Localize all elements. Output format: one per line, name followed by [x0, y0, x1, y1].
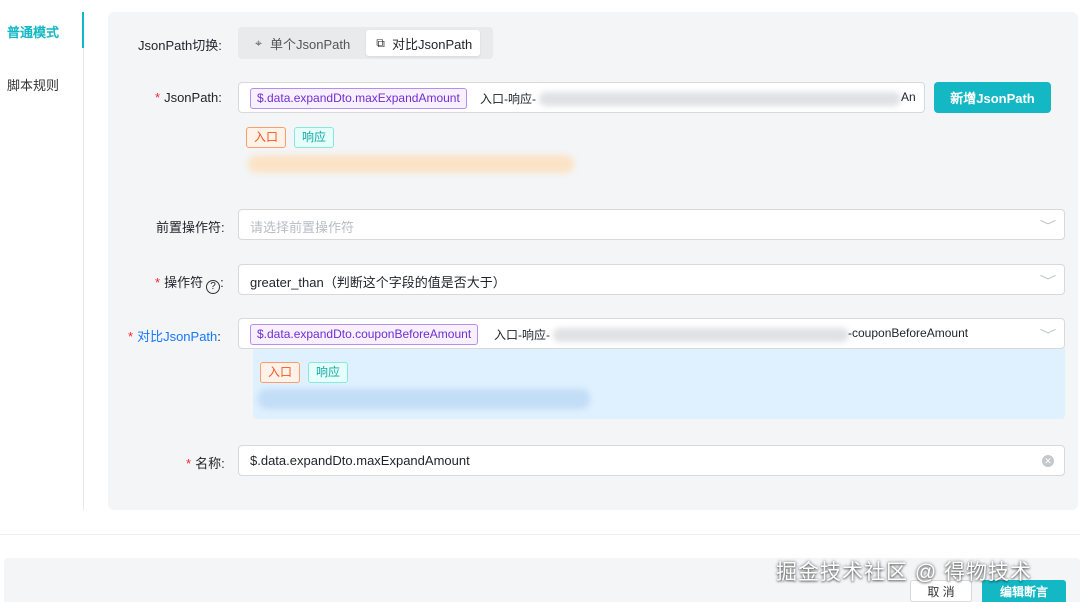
blurred-compare-path — [553, 328, 849, 342]
add-jsonpath-button[interactable]: 新增JsonPath — [934, 82, 1051, 113]
compare-entry-tag: 入口 — [260, 362, 301, 383]
operator-value: greater_than（判断这个字段的值是否大于） — [250, 275, 506, 290]
clear-circle-icon[interactable]: ✕ — [1042, 455, 1054, 467]
colon: : — [221, 220, 225, 235]
watermark: 掘金技术社区 @ 得物技术 — [776, 561, 1032, 584]
operator-label-text: 操作符 — [164, 275, 204, 290]
jsonpath-mode-switch: ⌖ 单个JsonPath ⧉ 对比JsonPath — [238, 27, 493, 59]
colon: : — [220, 275, 224, 290]
jsonpath-switch-label: JsonPath切换: — [138, 35, 222, 54]
blurred-entry-path — [248, 155, 574, 173]
option-compare-jsonpath[interactable]: ⧉ 对比JsonPath — [366, 30, 481, 56]
pre-operator-select[interactable]: 请选择前置操作符 ﹀ — [238, 209, 1065, 240]
sidebar-active-indicator — [82, 12, 84, 48]
pre-operator-placeholder: 请选择前置操作符 — [250, 220, 355, 235]
jsonpath-label-text: JsonPath — [164, 90, 219, 105]
sidebar-item-script-rule[interactable]: 脚本规则 — [7, 75, 59, 94]
chevron-down-icon: ﹀ — [1039, 274, 1057, 288]
chevron-down-icon: ﹀ — [1039, 219, 1057, 233]
option-compare-label: 对比JsonPath — [392, 36, 473, 52]
colon: : — [217, 329, 221, 344]
compare-jsonpath-tag[interactable]: $.data.expandDto.couponBeforeAmount — [250, 324, 479, 345]
colon: : — [221, 456, 225, 471]
compare-jsonpath-label-text: 对比JsonPath — [137, 329, 218, 344]
operator-select[interactable]: greater_than（判断这个字段的值是否大于） ﹀ — [238, 264, 1065, 295]
name-input[interactable]: $.data.expandDto.maxExpandAmount ✕ — [238, 445, 1065, 476]
name-label: * 名称: — [186, 453, 225, 472]
required-mark: * — [186, 456, 192, 471]
compare-suffix: -couponBeforeAmount — [848, 326, 969, 340]
colon: : — [218, 90, 222, 105]
required-mark: * — [155, 90, 161, 105]
name-value: $.data.expandDto.maxExpandAmount — [250, 453, 470, 468]
compare-jsonpath-label: * 对比JsonPath: — [128, 326, 221, 345]
jsonpath-label: * JsonPath: — [155, 90, 222, 105]
compare-jsonpath-select[interactable]: $.data.expandDto.couponBeforeAmount 入口-响… — [238, 318, 1065, 349]
jsonpath-input[interactable]: $.data.expandDto.maxExpandAmount 入口-响应- … — [238, 82, 925, 113]
jsonpath-prefix: 入口-响应- — [480, 92, 536, 106]
response-tag: 响应 — [294, 127, 335, 148]
colon: : — [218, 38, 222, 53]
compare-response-tag: 响应 — [308, 362, 349, 383]
jsonpath-tag[interactable]: $.data.expandDto.maxExpandAmount — [250, 88, 467, 109]
name-label-text: 名称 — [195, 456, 222, 471]
required-mark: * — [155, 275, 161, 290]
operator-label: * 操作符?: — [155, 272, 224, 294]
crosshair-icon: ⌖ — [255, 35, 262, 50]
jsonpath-switch-label-text: JsonPath切换 — [138, 38, 219, 53]
divider — [0, 534, 1080, 535]
question-circle-icon[interactable]: ? — [206, 280, 221, 294]
pre-operator-label-text: 前置操作符 — [156, 220, 222, 235]
blurred-compare-entry — [258, 389, 590, 409]
pre-operator-label: 前置操作符: — [156, 217, 225, 236]
sidebar: 普通模式 脚本规则 — [0, 12, 84, 510]
compare-prefix: 入口-响应- — [494, 328, 550, 342]
copy-icon: ⧉ — [376, 35, 385, 50]
jsonpath-suffix: An — [901, 90, 916, 104]
blurred-path-text — [539, 92, 901, 106]
option-single-jsonpath[interactable]: ⌖ 单个JsonPath — [244, 30, 358, 56]
required-mark: * — [128, 329, 134, 344]
chevron-down-icon: ﹀ — [1039, 328, 1057, 342]
page-root: 普通模式 脚本规则 JsonPath切换: ⌖ 单个JsonPath ⧉ 对比J… — [0, 0, 1080, 602]
entry-tag: 入口 — [246, 127, 287, 148]
option-single-label: 单个JsonPath — [270, 36, 351, 52]
sidebar-item-normal-mode[interactable]: 普通模式 — [7, 22, 59, 41]
